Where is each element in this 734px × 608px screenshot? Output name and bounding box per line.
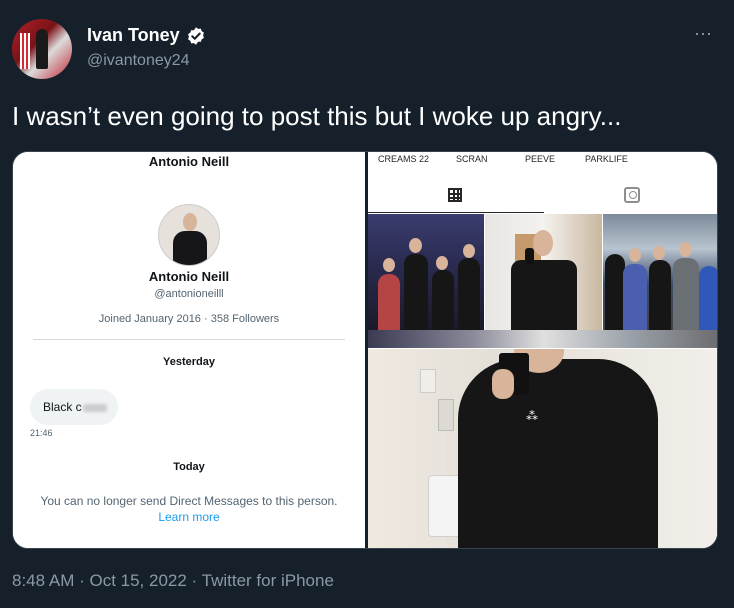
dm-blocked-notice: You can no longer send Direct Messages t…: [40, 494, 338, 508]
dm-profile-name: Antonio Neill: [148, 269, 230, 284]
grid-photo: [485, 214, 602, 330]
instagram-screenshot: CREAMS 22 SCRAN PEEVE PARKLIFE ⁂: [368, 152, 717, 548]
tweet-media[interactable]: Antonio Neill Antonio Neill @antonioneil…: [12, 151, 718, 549]
author-name[interactable]: Ivan Toney: [87, 25, 180, 46]
active-tab-indicator: [368, 212, 544, 213]
photo-strip: [368, 330, 717, 348]
author-handle[interactable]: @ivantoney24: [87, 52, 190, 70]
verified-badge-icon: [188, 27, 204, 45]
highlight-label: SCRAN: [456, 154, 488, 164]
dm-profile-handle: @antonioneilll: [154, 288, 224, 300]
grid-photo: [368, 214, 484, 330]
story-highlights: CREAMS 22 SCRAN PEEVE PARKLIFE: [368, 152, 717, 166]
tweet-text: I wasn’t even going to post this but I w…: [12, 101, 622, 131]
grid-icon: [448, 188, 462, 202]
dm-message-text: Black c: [43, 400, 82, 414]
dm-profile-joined: Joined January 2016 · 358 Followers: [98, 313, 280, 325]
grid-photo: [603, 214, 717, 330]
dm-message-time: 21:46: [30, 428, 53, 438]
dm-date-yesterday: Yesterday: [163, 356, 215, 368]
tweet-timestamp[interactable]: 8:48 AM · Oct 15, 2022 · Twitter for iPh…: [12, 571, 334, 591]
grid-photo-large: ⁂: [368, 349, 717, 548]
highlight-label: PEEVE: [525, 154, 556, 164]
adidas-logo-icon: ⁂: [526, 409, 538, 423]
highlight-label: PARKLIFE: [585, 154, 628, 164]
dm-screenshot: Antonio Neill Antonio Neill @antonioneil…: [13, 152, 365, 548]
dm-message-bubble: Black c: [30, 389, 118, 425]
dm-date-today: Today: [173, 461, 205, 473]
author-avatar[interactable]: [12, 19, 72, 79]
more-options-icon[interactable]: ⋯: [694, 24, 713, 45]
dm-profile-avatar: [158, 204, 220, 266]
dm-divider: [33, 339, 345, 340]
highlight-label: CREAMS 22: [378, 154, 430, 164]
censored-blur: [82, 403, 107, 412]
dm-learn-more-link: Learn more: [158, 510, 220, 524]
dm-header-name: Antonio Neill: [148, 154, 230, 169]
tagged-icon: [624, 187, 640, 203]
